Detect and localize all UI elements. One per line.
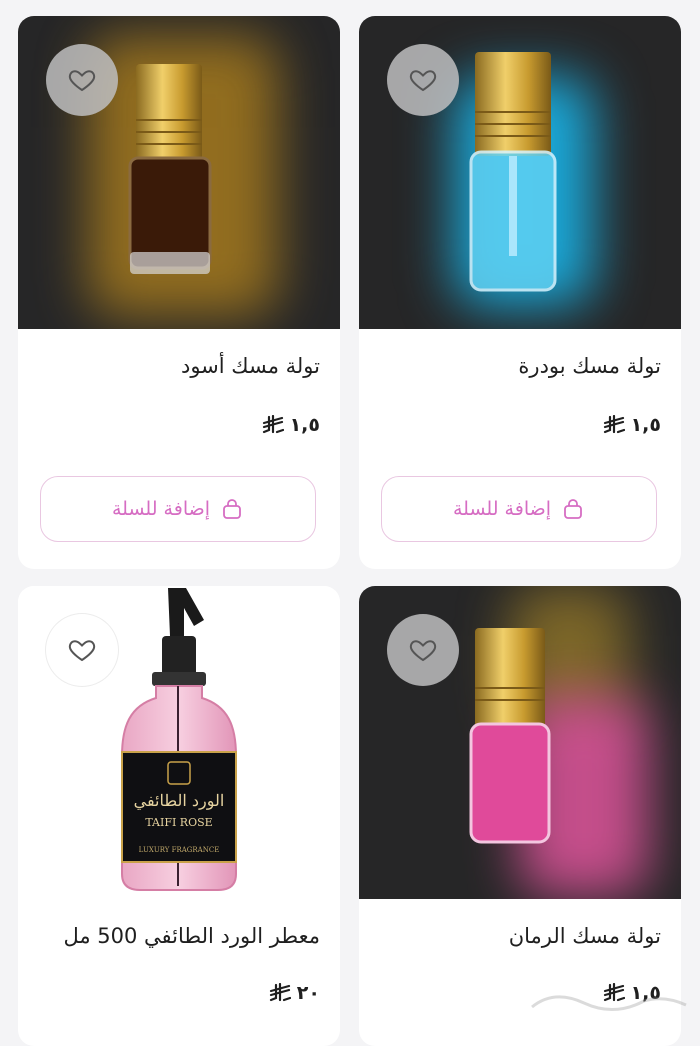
heart-icon: [68, 640, 96, 662]
bottle-label-subtitle: LUXURY FRAGRANCE: [139, 846, 220, 854]
bottle-label-english: TAIFI ROSE: [145, 816, 212, 829]
price-value: ١,٥: [630, 414, 661, 436]
product-price: ٢٠: [269, 982, 320, 1004]
favorite-button[interactable]: [387, 44, 459, 116]
favorite-button[interactable]: [46, 614, 118, 686]
product-card[interactable]: تولة مسك بودرة ١,٥ إضافة للسلة: [359, 16, 681, 569]
favorite-button[interactable]: [387, 614, 459, 686]
bottle-label-arabic: الورد الطائفي: [134, 791, 225, 810]
product-title[interactable]: تولة مسك الرمان: [509, 924, 661, 948]
product-card[interactable]: تولة مسك أسود ١,٥ إضافة للسلة: [18, 16, 340, 569]
product-title[interactable]: معطر الورد الطائفي 500 مل: [63, 924, 320, 948]
price-value: ١,٥: [289, 414, 320, 436]
product-title[interactable]: تولة مسك بودرة: [518, 354, 661, 378]
watermark-logo: [531, 995, 687, 1012]
heart-icon: [68, 70, 96, 92]
riyal-symbol-icon: [262, 415, 284, 434]
product-price: ١,٥: [262, 414, 320, 436]
product-image[interactable]: [359, 586, 681, 899]
shopping-bag-icon: [564, 499, 582, 519]
favorite-button[interactable]: [46, 44, 118, 116]
heart-icon: [409, 70, 437, 92]
riyal-symbol-icon: [269, 983, 291, 1002]
product-card[interactable]: تولة مسك الرمان ١,٥: [359, 586, 681, 1046]
add-to-cart-button[interactable]: إضافة للسلة: [40, 476, 316, 542]
product-image[interactable]: الورد الطائفي TAIFI ROSE LUXURY FRAGRANC…: [18, 586, 340, 899]
product-price: ١,٥: [603, 414, 661, 436]
riyal-symbol-icon: [603, 415, 625, 434]
product-image[interactable]: [18, 16, 340, 329]
product-card[interactable]: الورد الطائفي TAIFI ROSE LUXURY FRAGRANC…: [18, 586, 340, 1046]
add-to-cart-button[interactable]: إضافة للسلة: [381, 476, 657, 542]
price-value: ٢٠: [296, 982, 320, 1004]
shopping-bag-icon: [223, 499, 241, 519]
product-title[interactable]: تولة مسك أسود: [181, 354, 320, 378]
add-to-cart-label: إضافة للسلة: [112, 498, 211, 520]
heart-icon: [409, 640, 437, 662]
add-to-cart-label: إضافة للسلة: [453, 498, 552, 520]
product-image[interactable]: [359, 16, 681, 329]
